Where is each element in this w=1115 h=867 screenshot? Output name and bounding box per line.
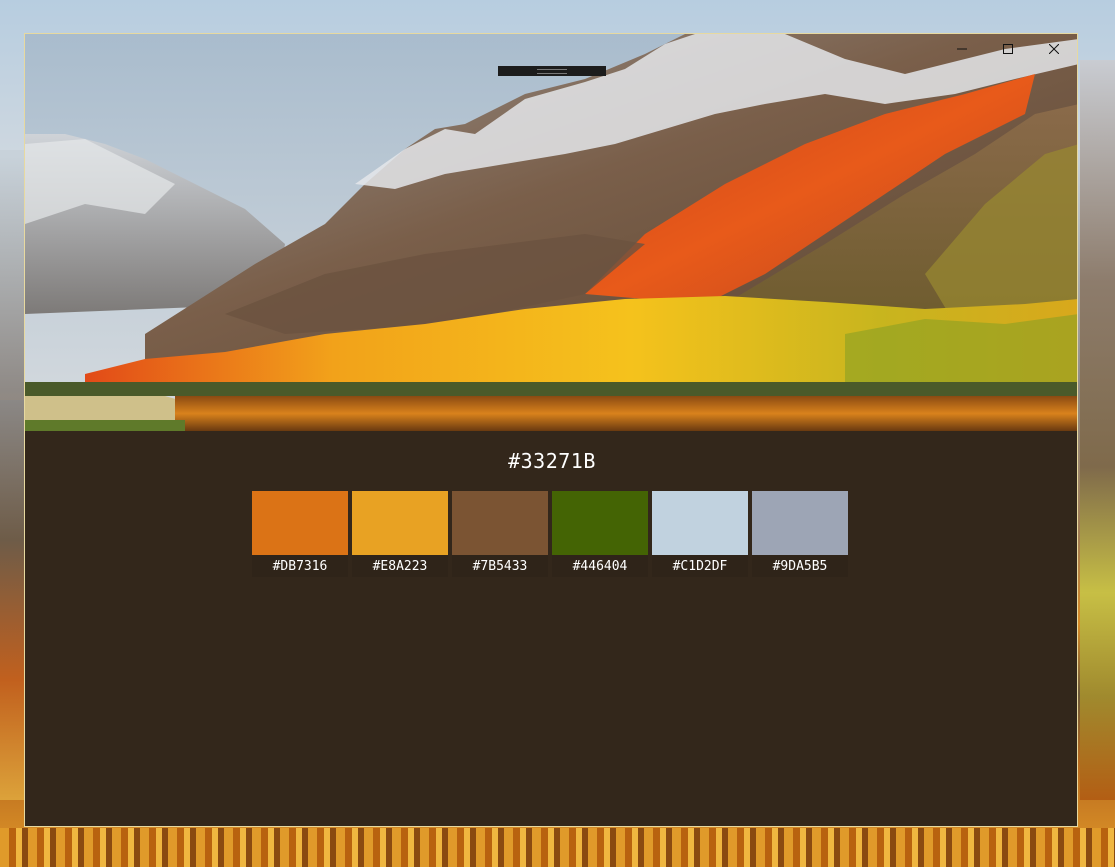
swatch-color-chip[interactable] (252, 491, 348, 555)
wallpaper-right-strip (1080, 60, 1115, 800)
minimize-icon (957, 48, 967, 50)
palette-swatch[interactable]: #DB7316 (252, 491, 348, 577)
drag-handle[interactable] (498, 66, 606, 76)
swatch-hex-label: #446404 (552, 555, 648, 577)
wallpaper-left-strip (0, 400, 25, 800)
swatch-hex-label: #9DA5B5 (752, 555, 848, 577)
swatch-color-chip[interactable] (752, 491, 848, 555)
palette-swatch[interactable]: #7B5433 (452, 491, 548, 577)
app-window: #33271B #DB7316 #E8A223 #7B5433 #446404 … (24, 33, 1078, 827)
palette-swatches: #DB7316 #E8A223 #7B5433 #446404 #C1D2DF … (252, 491, 848, 577)
swatch-color-chip[interactable] (652, 491, 748, 555)
maximize-icon (1003, 44, 1013, 54)
grip-icon (537, 68, 567, 74)
close-icon (1049, 44, 1059, 54)
swatch-hex-label: #E8A223 (352, 555, 448, 577)
swatch-hex-label: #7B5433 (452, 555, 548, 577)
palette-swatch[interactable]: #C1D2DF (652, 491, 748, 577)
palette-swatch[interactable]: #446404 (552, 491, 648, 577)
swatch-color-chip[interactable] (452, 491, 548, 555)
dominant-color-hex[interactable]: #33271B (25, 449, 1077, 473)
window-controls (939, 34, 1077, 64)
swatch-color-chip[interactable] (552, 491, 648, 555)
close-button[interactable] (1031, 34, 1077, 64)
wallpaper-lake-reflection (0, 828, 1115, 867)
maximize-button[interactable] (985, 34, 1031, 64)
palette-swatch[interactable]: #E8A223 (352, 491, 448, 577)
swatch-hex-label: #DB7316 (252, 555, 348, 577)
hero-image (25, 34, 1077, 431)
swatch-hex-label: #C1D2DF (652, 555, 748, 577)
minimize-button[interactable] (939, 34, 985, 64)
swatch-color-chip[interactable] (352, 491, 448, 555)
palette-swatch[interactable]: #9DA5B5 (752, 491, 848, 577)
